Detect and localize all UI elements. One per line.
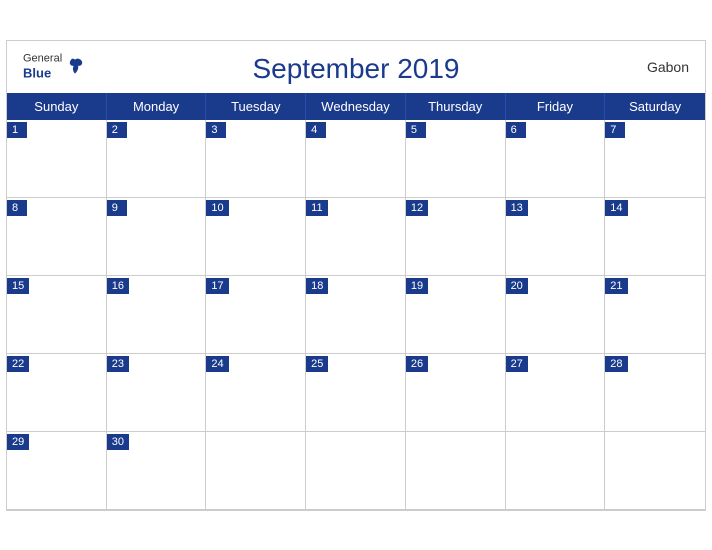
day-number: 5 [406, 122, 426, 138]
day-cell-17: 17 [206, 276, 306, 354]
day-cell-19: 19 [406, 276, 506, 354]
day-header-wednesday: Wednesday [306, 93, 406, 120]
day-number [306, 441, 326, 445]
empty-day-cell [406, 432, 506, 510]
day-cell-25: 25 [306, 354, 406, 432]
day-number: 27 [506, 356, 528, 372]
logo-bird-icon [64, 56, 86, 78]
day-cell-30: 30 [107, 432, 207, 510]
calendar-header: General Blue September 2019 Gabon [7, 41, 705, 93]
day-number: 17 [206, 278, 228, 294]
day-number: 20 [506, 278, 528, 294]
day-number: 30 [107, 434, 129, 450]
day-number: 26 [406, 356, 428, 372]
day-cell-6: 6 [506, 120, 606, 198]
day-cell-1: 1 [7, 120, 107, 198]
logo: General Blue [23, 52, 86, 81]
day-cell-11: 11 [306, 198, 406, 276]
day-header-saturday: Saturday [605, 93, 705, 120]
day-cell-13: 13 [506, 198, 606, 276]
day-number: 11 [306, 200, 327, 216]
day-cell-10: 10 [206, 198, 306, 276]
day-number: 13 [506, 200, 528, 216]
day-cell-29: 29 [7, 432, 107, 510]
day-header-sunday: Sunday [7, 93, 107, 120]
day-number [605, 441, 625, 445]
day-number [206, 441, 226, 445]
day-cell-9: 9 [107, 198, 207, 276]
day-number: 19 [406, 278, 428, 294]
day-number: 16 [107, 278, 129, 294]
calendar-title: September 2019 [252, 53, 459, 85]
day-number: 8 [7, 200, 27, 216]
day-number: 18 [306, 278, 328, 294]
day-number: 6 [506, 122, 526, 138]
day-number: 29 [7, 434, 29, 450]
day-number [406, 441, 426, 445]
day-cell-7: 7 [605, 120, 705, 198]
day-number: 12 [406, 200, 428, 216]
empty-day-cell [306, 432, 406, 510]
empty-day-cell [506, 432, 606, 510]
day-header-monday: Monday [107, 93, 207, 120]
day-number: 25 [306, 356, 328, 372]
logo-blue-text: Blue [23, 65, 62, 81]
day-number: 23 [107, 356, 129, 372]
calendar-grid: 1234567891011121314151617181920212223242… [7, 120, 705, 510]
day-cell-4: 4 [306, 120, 406, 198]
day-cell-23: 23 [107, 354, 207, 432]
day-cell-3: 3 [206, 120, 306, 198]
day-cell-22: 22 [7, 354, 107, 432]
day-header-friday: Friday [506, 93, 606, 120]
day-cell-27: 27 [506, 354, 606, 432]
day-number: 22 [7, 356, 29, 372]
day-number: 4 [306, 122, 326, 138]
day-number: 1 [7, 122, 27, 138]
day-cell-8: 8 [7, 198, 107, 276]
day-header-thursday: Thursday [406, 93, 506, 120]
day-cell-15: 15 [7, 276, 107, 354]
day-cell-24: 24 [206, 354, 306, 432]
day-number: 28 [605, 356, 627, 372]
day-number: 15 [7, 278, 29, 294]
day-cell-18: 18 [306, 276, 406, 354]
day-number: 2 [107, 122, 127, 138]
day-cell-28: 28 [605, 354, 705, 432]
day-header-tuesday: Tuesday [206, 93, 306, 120]
day-headers-row: SundayMondayTuesdayWednesdayThursdayFrid… [7, 93, 705, 120]
empty-day-cell [206, 432, 306, 510]
day-cell-5: 5 [406, 120, 506, 198]
day-number: 7 [605, 122, 625, 138]
day-number: 9 [107, 200, 127, 216]
day-number [506, 441, 526, 445]
day-cell-2: 2 [107, 120, 207, 198]
day-number: 14 [605, 200, 627, 216]
day-cell-12: 12 [406, 198, 506, 276]
day-number: 3 [206, 122, 226, 138]
calendar: General Blue September 2019 Gabon Sunday… [6, 40, 706, 511]
day-cell-26: 26 [406, 354, 506, 432]
day-number: 10 [206, 200, 228, 216]
empty-day-cell [605, 432, 705, 510]
logo-general-text: General [23, 52, 62, 65]
day-number: 24 [206, 356, 228, 372]
day-cell-20: 20 [506, 276, 606, 354]
day-cell-21: 21 [605, 276, 705, 354]
country-label: Gabon [647, 59, 689, 75]
day-cell-16: 16 [107, 276, 207, 354]
day-number: 21 [605, 278, 627, 294]
day-cell-14: 14 [605, 198, 705, 276]
